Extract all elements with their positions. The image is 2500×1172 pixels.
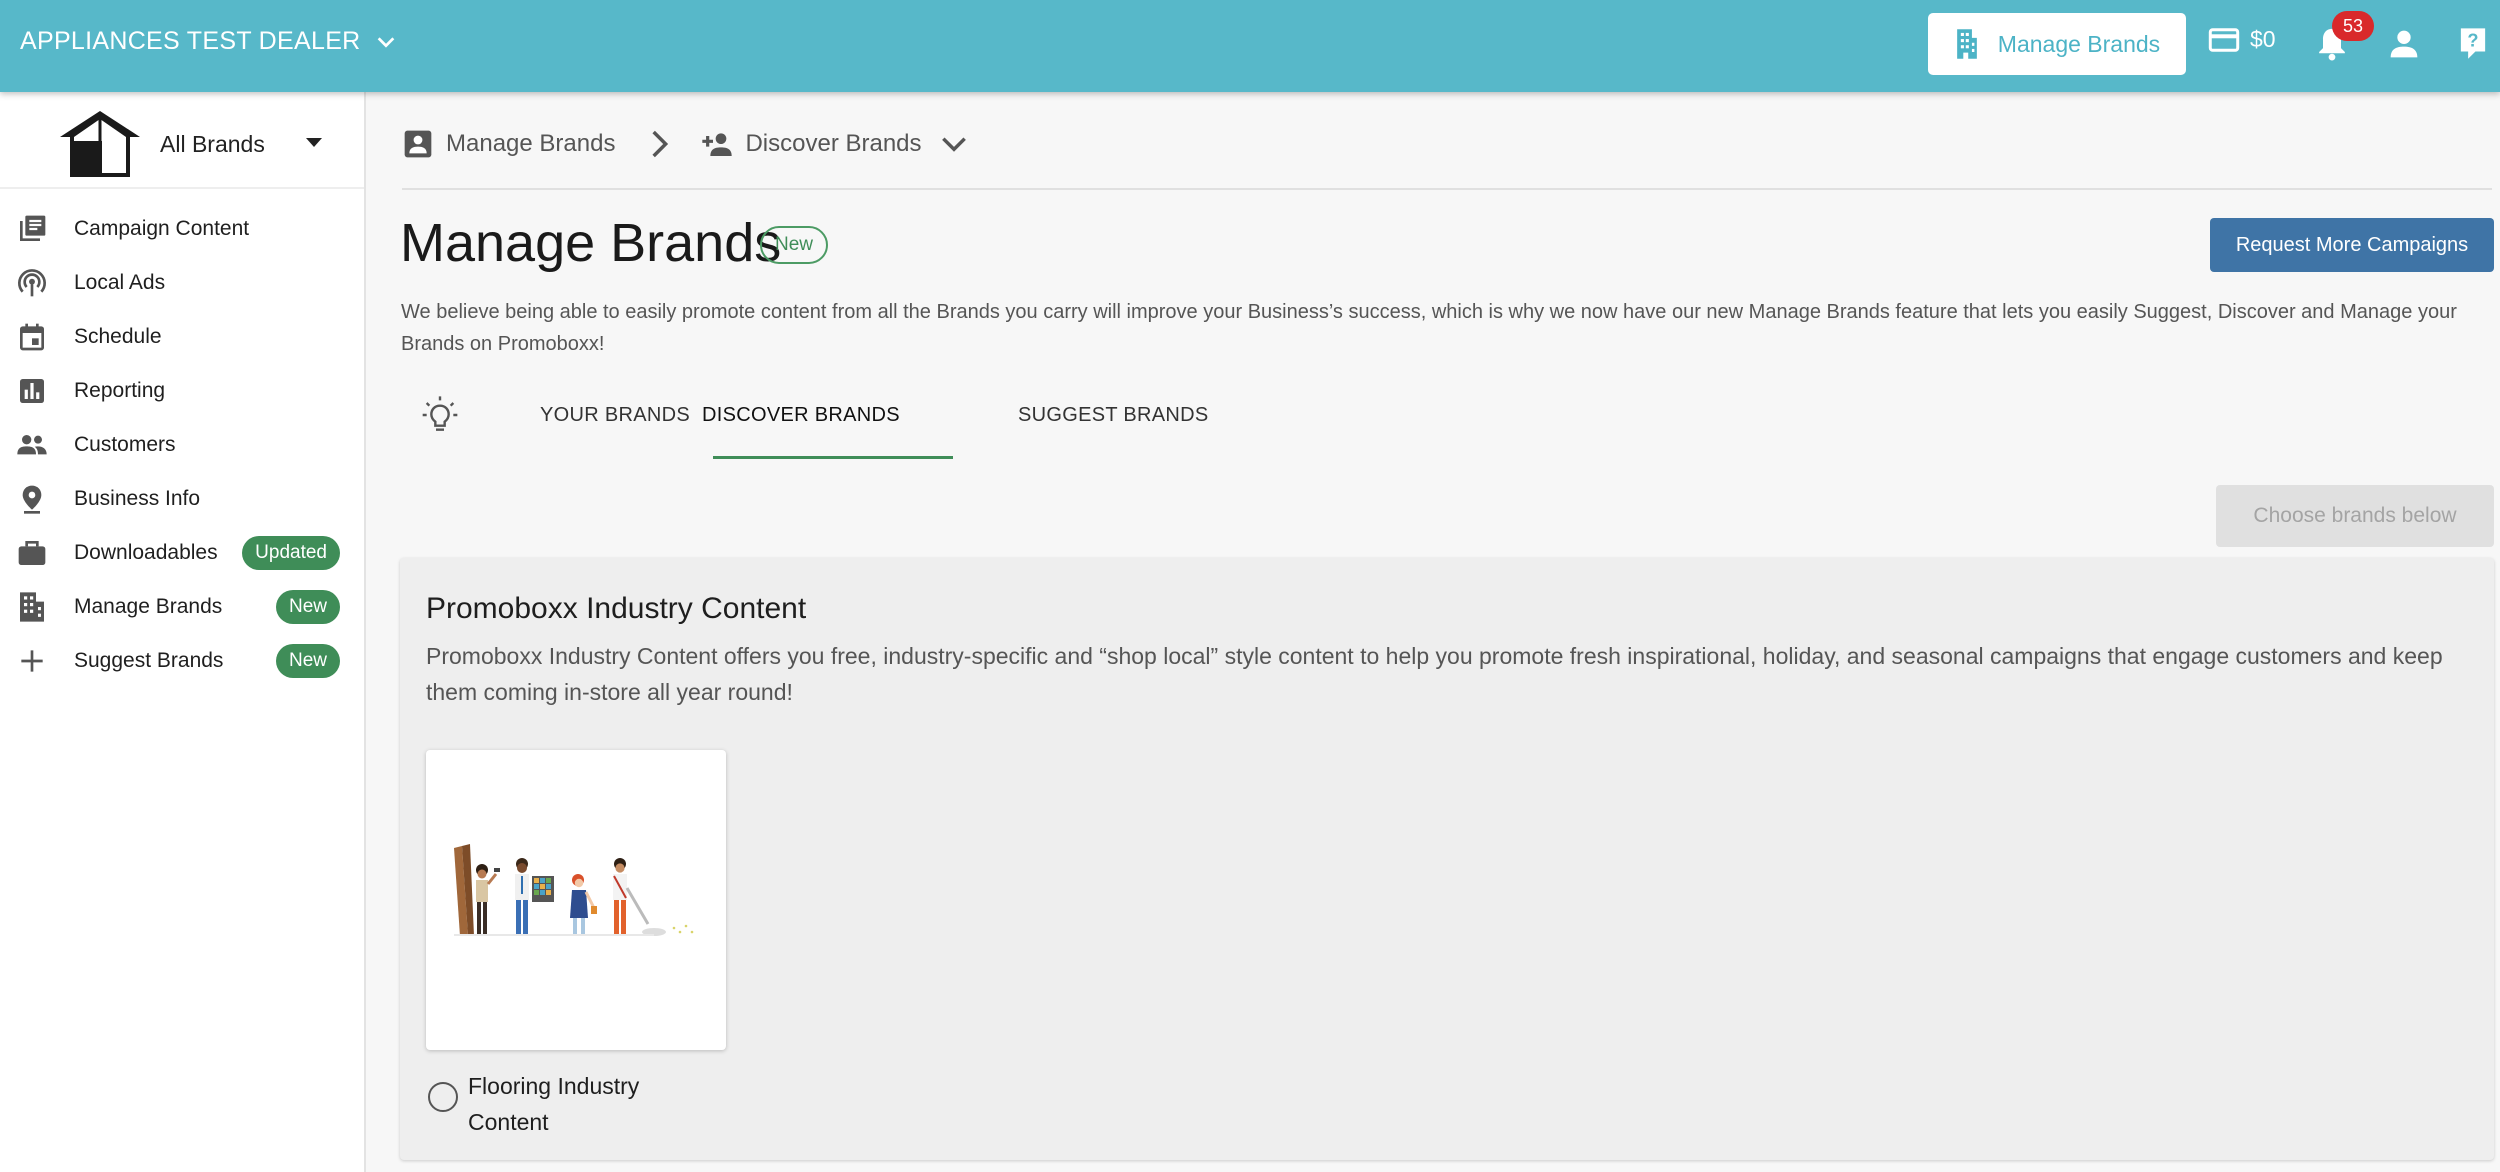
- breadcrumb-label: Discover Brands: [745, 130, 922, 157]
- dealer-name: APPLIANCES TEST DEALER: [20, 27, 361, 55]
- lightbulb-icon: [422, 396, 458, 431]
- sidebar-item-label: Local Ads: [74, 271, 166, 294]
- person-add-icon: [702, 133, 733, 156]
- sidebar: All Brands Campaign Content Local Ads Sc…: [0, 92, 366, 1172]
- brand-selector[interactable]: All Brands: [54, 102, 344, 186]
- sidebar-item-business-info[interactable]: Business Info: [0, 472, 364, 526]
- sidebar-item-label: Business Info: [74, 487, 201, 510]
- tab-discover-brands[interactable]: DISCOVER BRANDS: [702, 380, 900, 450]
- main-content: Manage Brands Discover Brands Manage Bra…: [366, 92, 2500, 1172]
- tab-bar: YOUR BRANDS DISCOVER BRANDS SUGGEST BRAN…: [402, 380, 1402, 450]
- calendar-icon: [16, 321, 48, 353]
- breadcrumb-label: Manage Brands: [446, 130, 616, 157]
- new-badge: New: [275, 590, 340, 624]
- brand-card-flooring[interactable]: [426, 750, 726, 1050]
- divider: [0, 187, 364, 189]
- chevron-down-icon: [377, 36, 394, 48]
- breadcrumb-discover-brands[interactable]: Discover Brands: [701, 128, 922, 160]
- sidebar-item-label: Manage Brands: [74, 595, 223, 618]
- sidebar-item-label: Suggest Brands: [74, 649, 224, 672]
- divider: [402, 188, 2492, 190]
- building-icon: [1956, 29, 1977, 59]
- tab-tips[interactable]: [402, 380, 478, 450]
- library-icon: [16, 213, 48, 245]
- page-description: We believe being able to easily promote …: [401, 301, 2457, 355]
- sidebar-item-schedule[interactable]: Schedule: [0, 310, 364, 364]
- caret-down-icon: [306, 138, 322, 147]
- sidebar-item-campaign-content[interactable]: Campaign Content: [0, 202, 364, 256]
- sidebar-item-downloadables[interactable]: Downloadables Updated: [0, 526, 364, 580]
- flooring-illustration: [454, 844, 694, 936]
- svg-text:?: ?: [2467, 31, 2478, 51]
- sidebar-item-label: Downloadables: [74, 541, 218, 564]
- credit-amount: $0: [2250, 26, 2276, 52]
- top-bar: APPLIANCES TEST DEALER Manage Brands $0 …: [0, 0, 2500, 92]
- request-more-campaigns-button[interactable]: Request More Campaigns: [2210, 218, 2494, 272]
- industry-content-panel: Promoboxx Industry Content Promoboxx Ind…: [400, 558, 2494, 1160]
- chevron-down-icon[interactable]: [938, 128, 970, 160]
- location-pin-icon: [16, 483, 48, 515]
- bar-chart-icon: [16, 375, 48, 407]
- credit-card-icon: [2208, 27, 2240, 52]
- sidebar-item-label: Schedule: [74, 325, 162, 348]
- user-icon[interactable]: [2388, 28, 2420, 60]
- broadcast-icon: [16, 267, 48, 299]
- box-logo-icon: [60, 111, 140, 177]
- breadcrumb: Manage Brands Discover Brands: [402, 128, 970, 160]
- sidebar-item-label: Customers: [74, 433, 176, 456]
- manage-brands-label: Manage Brands: [1997, 30, 2161, 57]
- choose-brands-button[interactable]: Choose brands below: [2216, 485, 2494, 547]
- updated-badge: Updated: [242, 536, 340, 570]
- notification-badge: 53: [2332, 11, 2374, 41]
- new-badge: New: [275, 644, 340, 678]
- briefcase-icon: [16, 537, 48, 569]
- sidebar-item-label: Reporting: [74, 379, 166, 402]
- tab-suggest-brands[interactable]: SUGGEST BRANDS: [1018, 380, 1209, 450]
- manage-brands-button[interactable]: Manage Brands: [1928, 13, 2186, 75]
- new-badge: New: [760, 226, 829, 264]
- help-icon[interactable]: ?: [2458, 26, 2488, 60]
- brand-selector-label: All Brands: [160, 130, 265, 157]
- active-tab-indicator: [713, 456, 953, 459]
- sidebar-item-reporting[interactable]: Reporting: [0, 364, 364, 418]
- page-title: Manage Brands: [400, 213, 782, 273]
- breadcrumb-manage-brands[interactable]: Manage Brands: [402, 128, 615, 160]
- brand-card-label: Flooring Industry Content: [468, 1073, 640, 1135]
- dealer-selector[interactable]: APPLIANCES TEST DEALER: [20, 27, 397, 56]
- chevron-right-icon: [652, 130, 669, 158]
- sidebar-item-suggest-brands[interactable]: Suggest Brands New: [0, 634, 364, 688]
- sidebar-item-local-ads[interactable]: Local Ads: [0, 256, 364, 310]
- sidebar-item-manage-brands[interactable]: Manage Brands New: [0, 580, 364, 634]
- sidebar-item-customers[interactable]: Customers: [0, 418, 364, 472]
- building-icon: [16, 591, 48, 623]
- section-title: Promoboxx Industry Content: [426, 592, 807, 625]
- section-description: Promoboxx Industry Content offers you fr…: [426, 643, 2443, 705]
- sidebar-item-label: Campaign Content: [74, 217, 250, 240]
- sidebar-nav: Campaign Content Local Ads Schedule Repo…: [0, 202, 364, 688]
- plus-icon: [16, 645, 48, 677]
- brand-select-radio[interactable]: [428, 1082, 458, 1112]
- contact-card-icon: [404, 130, 432, 158]
- tab-your-brands[interactable]: YOUR BRANDS: [540, 380, 690, 450]
- people-icon: [16, 429, 48, 461]
- credit-balance[interactable]: $0: [2208, 26, 2276, 53]
